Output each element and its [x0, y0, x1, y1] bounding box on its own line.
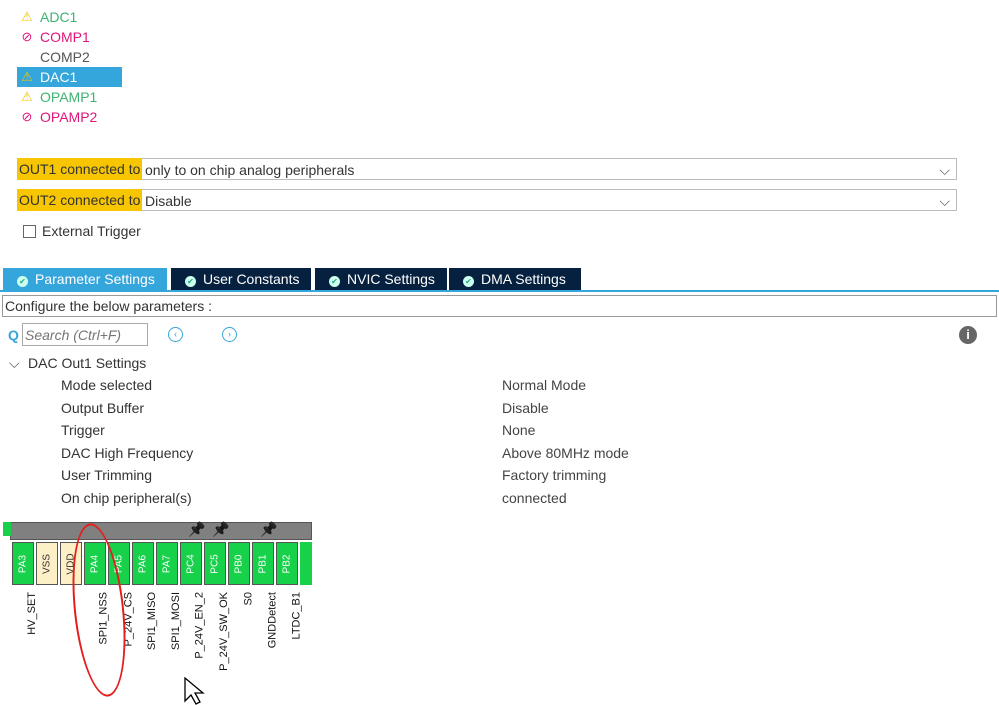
- param-value[interactable]: Factory trimming: [502, 467, 606, 483]
- pushpin-icon: 📌: [260, 521, 278, 537]
- checkbox-icon: [23, 224, 36, 238]
- chevron-down-icon: ⌵: [939, 193, 950, 209]
- warning-icon: ⚠: [21, 9, 33, 24]
- pin-pc4[interactable]: PC4: [180, 542, 202, 585]
- tab-label: User Constants: [203, 271, 300, 287]
- chip-corner: [3, 522, 11, 536]
- warning-icon: ⚠: [21, 69, 33, 84]
- param-name: Mode selected: [61, 377, 153, 393]
- pin-signal-text: LTDC_B1: [290, 592, 302, 640]
- tab-parameter-settings[interactable]: ✔ Parameter Settings: [3, 268, 167, 290]
- param-value[interactable]: Normal Mode: [502, 377, 586, 393]
- param-value[interactable]: Above 80MHz mode: [502, 445, 629, 461]
- pin-pc5[interactable]: PC5: [204, 542, 226, 585]
- pushpin-icon: 📌: [188, 521, 206, 537]
- peripheral-item-opamp1[interactable]: ⚠ OPAMP1: [17, 87, 122, 107]
- param-name: Trigger: [61, 422, 105, 439]
- param-value[interactable]: Disable: [502, 400, 549, 416]
- warning-icon: ⚠: [21, 89, 33, 104]
- configure-text: Configure the below parameters :: [2, 295, 997, 317]
- chevron-down-icon: ⌵: [939, 162, 950, 178]
- pin-signal-label: SPI1_MISO: [132, 592, 158, 682]
- check-icon: ✔: [329, 276, 340, 287]
- pin-pa7[interactable]: PA7: [156, 542, 178, 585]
- disabled-icon: ⊘: [21, 29, 33, 44]
- pin-partial: [300, 542, 312, 585]
- peripheral-item-dac1[interactable]: ⚠ DAC1: [17, 67, 122, 87]
- pin-pa6[interactable]: PA6: [132, 542, 154, 585]
- tab-label: Parameter Settings: [35, 271, 155, 287]
- search-icon: Q: [8, 327, 19, 343]
- pin-pb2[interactable]: PB2: [276, 542, 298, 585]
- tab-dma-settings[interactable]: ✔ DMA Settings: [449, 268, 581, 290]
- peripheral-label: COMP1: [40, 29, 90, 45]
- tab-nvic-settings[interactable]: ✔ NVIC Settings: [315, 268, 447, 290]
- pushpin-icon: 📌: [212, 521, 230, 537]
- check-icon: ✔: [463, 276, 474, 287]
- pin-name: PA6: [137, 554, 149, 573]
- pin-name: VSS: [41, 553, 53, 574]
- pin-signal-label: P_24V_SW_OK: [204, 592, 230, 682]
- peripheral-item-comp2[interactable]: COMP2: [17, 47, 122, 67]
- pin-vss[interactable]: VSS: [36, 542, 58, 585]
- collapse-chevron-icon[interactable]: ⌵: [9, 355, 20, 372]
- mouse-cursor-icon: [184, 677, 205, 705]
- pin-signal-label: LTDC_B1: [276, 592, 302, 682]
- peripheral-item-adc1[interactable]: ⚠ ADC1: [17, 7, 122, 27]
- out1-label: OUT1 connected to: [17, 158, 143, 180]
- pin-name: PB2: [281, 554, 293, 573]
- pin-name: PB1: [257, 554, 269, 573]
- pin-signal-text: HV_SET: [26, 592, 38, 635]
- check-icon: ✔: [17, 276, 28, 287]
- search-input[interactable]: [22, 323, 148, 346]
- tab-underline: [0, 290, 999, 292]
- param-value[interactable]: None: [502, 422, 535, 438]
- next-icon[interactable]: ›: [222, 327, 237, 342]
- out1-select[interactable]: only to on chip analog peripherals ⌵: [141, 158, 957, 180]
- pin-signal-label: P_24V_EN_2: [180, 592, 206, 682]
- pin-name: PA7: [161, 554, 173, 573]
- peripheral-label: COMP2: [40, 49, 90, 65]
- info-icon[interactable]: i: [959, 326, 977, 344]
- param-name: Output Buffer: [61, 399, 145, 416]
- external-trigger-checkbox[interactable]: External Trigger: [23, 223, 141, 239]
- pin-name: PA3: [17, 554, 29, 573]
- param-name: On chip peripheral(s): [61, 490, 192, 506]
- out2-label: OUT2 connected to: [17, 189, 143, 211]
- pin-signal-label: GNDDetect: [252, 592, 278, 682]
- out2-value: Disable: [145, 193, 192, 209]
- out2-select[interactable]: Disable ⌵: [141, 189, 957, 211]
- peripheral-label: OPAMP1: [40, 89, 98, 105]
- pin-name: PC5: [209, 553, 221, 574]
- peripheral-label: ADC1: [40, 9, 78, 25]
- pin-pa3[interactable]: PA3: [12, 542, 34, 585]
- param-name: User Trimming: [61, 467, 153, 484]
- pin-pb0[interactable]: PB0: [228, 542, 250, 585]
- pin-name: PB0: [233, 554, 245, 573]
- check-icon: ✔: [185, 276, 196, 287]
- param-value[interactable]: connected: [502, 490, 567, 506]
- tab-label: NVIC Settings: [347, 271, 435, 287]
- tab-user-constants[interactable]: ✔ User Constants: [171, 268, 312, 290]
- pin-pb1[interactable]: PB1: [252, 542, 274, 585]
- peripheral-item-comp1[interactable]: ⊘ COMP1: [17, 27, 122, 47]
- tab-label: DMA Settings: [481, 271, 566, 287]
- out1-value: only to on chip analog peripherals: [145, 162, 355, 178]
- pin-signal-label: S0: [228, 592, 254, 682]
- previous-icon[interactable]: ‹: [168, 327, 183, 342]
- group-title: DAC Out1 Settings: [28, 355, 147, 371]
- external-trigger-label: External Trigger: [42, 223, 141, 239]
- disabled-icon: ⊘: [21, 109, 33, 124]
- param-name: DAC High Frequency: [61, 444, 194, 461]
- peripheral-label: DAC1: [40, 69, 78, 85]
- peripheral-label: OPAMP2: [40, 109, 98, 125]
- pin-signal-label: HV_SET: [12, 592, 38, 682]
- pin-name: PC4: [185, 553, 197, 574]
- pin-signal-label: SPI1_MOSI: [156, 592, 182, 682]
- peripheral-item-opamp2[interactable]: ⊘ OPAMP2: [17, 107, 122, 127]
